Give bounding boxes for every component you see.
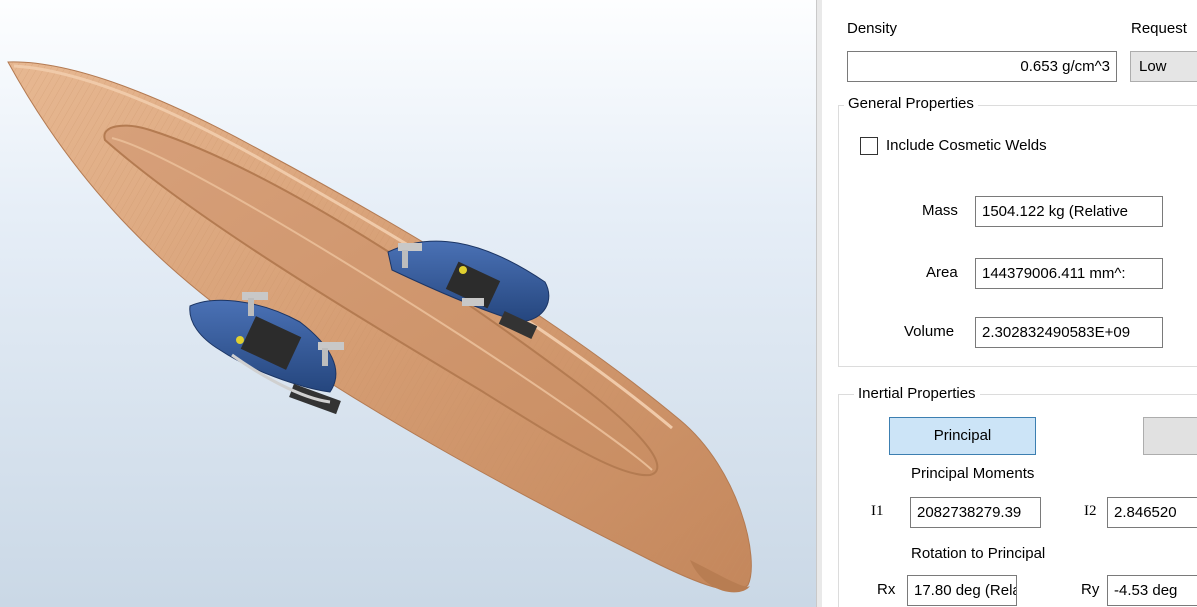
ry-field[interactable]: -4.53 deg (1107, 575, 1197, 606)
global-button[interactable]: Gl (1143, 417, 1197, 455)
general-properties-title: General Properties (844, 95, 978, 112)
rotation-to-principal-label: Rotation to Principal (911, 545, 1046, 562)
i1-field[interactable]: 2082738279.39 (910, 497, 1041, 528)
requested-accuracy-label: Request (1131, 20, 1187, 37)
model-viewport[interactable] (0, 0, 816, 607)
physical-properties-panel: Density Request 0.653 g/cm^3 Low General… (822, 0, 1197, 607)
boat-hull-model (7, 61, 752, 593)
principal-button[interactable]: Principal (889, 417, 1036, 455)
volume-label: Volume (904, 323, 955, 340)
density-field[interactable]: 0.653 g/cm^3 (847, 51, 1117, 82)
mass-field[interactable]: 1504.122 kg (Relative (975, 196, 1163, 227)
i1-label: I1 (871, 503, 884, 519)
i2-field[interactable]: 2.846520 (1107, 497, 1197, 528)
inertial-properties-title: Inertial Properties (854, 385, 980, 402)
volume-field[interactable]: 2.302832490583E+09 (975, 317, 1163, 348)
cockpit-recess (103, 124, 659, 477)
principal-moments-label: Principal Moments (911, 465, 1035, 482)
i2-label: I2 (1084, 503, 1097, 519)
area-field[interactable]: 144379006.411 mm^: (975, 258, 1163, 289)
accuracy-dropdown[interactable]: Low (1130, 51, 1197, 82)
include-cosmetic-welds-checkbox[interactable] (860, 137, 878, 155)
area-label: Area (926, 264, 958, 281)
density-label: Density (847, 20, 898, 37)
ry-label: Ry (1081, 581, 1100, 598)
mass-label: Mass (922, 202, 958, 219)
include-cosmetic-welds-label: Include Cosmetic Welds (886, 137, 1047, 154)
rx-field[interactable]: 17.80 deg (Rela (907, 575, 1017, 606)
rx-label: Rx (877, 581, 896, 598)
